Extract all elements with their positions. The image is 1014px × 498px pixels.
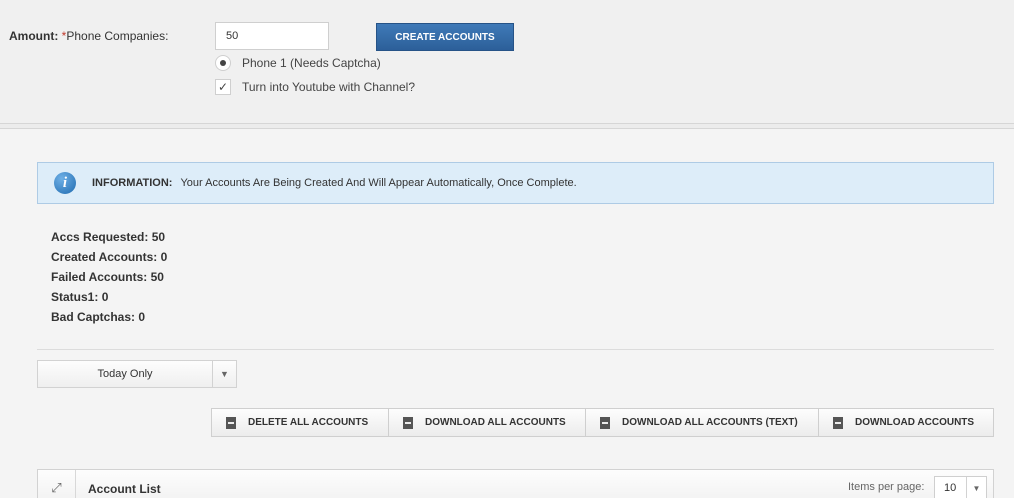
expand-icon[interactable]: ⤢ [38,470,76,498]
create-accounts-panel: Amount: *Phone Companies: CREATE ACCOUNT… [0,0,1014,123]
date-filter-select[interactable]: Today Only ▼ [37,360,237,388]
stat-status1: Status1: 0 [51,290,109,304]
phone-1-label: Phone 1 (Needs Captcha) [242,56,381,70]
document-icon [403,416,413,429]
chevron-down-icon[interactable]: ▼ [966,477,986,498]
items-per-page-value: 10 [944,482,957,494]
account-actions: DELETE ALL ACCOUNTS DOWNLOAD ALL ACCOUNT… [211,408,994,437]
section-divider [0,123,1014,129]
stat-created-accounts: Created Accounts: 0 [51,250,168,264]
date-filter-value: Today Only [97,368,153,380]
download-all-accounts-text-button[interactable]: DOWNLOAD ALL ACCOUNTS (TEXT) [585,408,819,437]
youtube-channel-checkbox[interactable]: ✓ [215,79,231,95]
information-alert: i INFORMATION: Your Accounts Are Being C… [37,162,994,204]
account-stats: Accs Requested: 50 Created Accounts: 0 F… [51,230,167,330]
download-all-accounts-button[interactable]: DOWNLOAD ALL ACCOUNTS [388,408,586,437]
account-list-panel: ⤢ Account List Items per page: 10 ▼ [37,469,994,498]
info-icon: i [54,172,76,194]
amount-label: Amount: *Phone Companies: [9,29,169,43]
account-list-title: Account List [88,482,161,496]
items-per-page-label: Items per page: [848,481,925,493]
radio-selected-dot [220,60,226,66]
youtube-option-row[interactable]: ✓ Turn into Youtube with Channel? [215,79,415,95]
stat-accs-requested: Accs Requested: 50 [51,230,166,244]
stat-bad-captchas: Bad Captchas: 0 [51,310,146,324]
youtube-channel-label: Turn into Youtube with Channel? [242,80,416,94]
document-icon [833,416,843,429]
items-per-page-select[interactable]: 10 ▼ [934,476,987,498]
divider [37,349,994,350]
chevron-down-icon[interactable]: ▼ [212,361,236,387]
download-accounts-button[interactable]: DOWNLOAD ACCOUNTS [818,408,994,437]
info-message: Your Accounts Are Being Created And Will… [180,177,577,189]
stat-failed-accounts: Failed Accounts: 50 [51,270,164,284]
create-accounts-button[interactable]: CREATE ACCOUNTS [376,23,514,51]
document-icon [226,416,236,429]
checkmark-icon: ✓ [217,80,229,94]
delete-all-accounts-button[interactable]: DELETE ALL ACCOUNTS [211,408,389,437]
info-title: INFORMATION: [92,177,173,189]
phone-option-row[interactable]: Phone 1 (Needs Captcha) [215,55,381,71]
document-icon [600,416,610,429]
amount-input[interactable] [215,22,329,50]
phone-companies-label: Phone Companies: [66,29,169,43]
phone-1-radio[interactable] [215,55,231,71]
